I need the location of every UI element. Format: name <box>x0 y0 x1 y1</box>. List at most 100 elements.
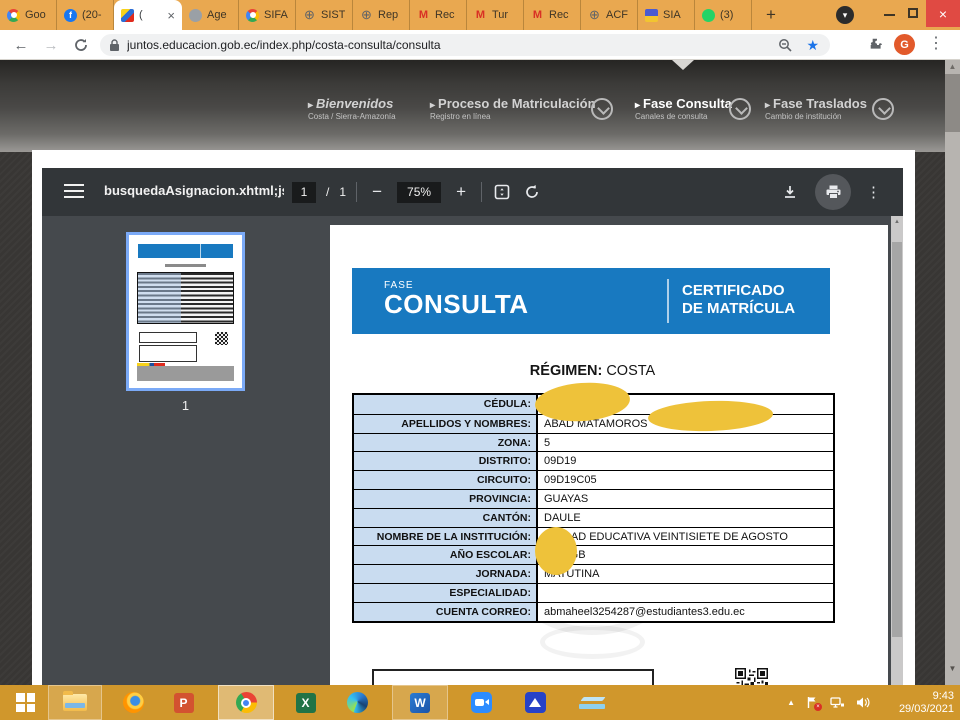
google-favicon <box>7 9 20 22</box>
taskbar-zoom-app[interactable] <box>458 685 505 720</box>
window-minimize-button[interactable] <box>884 14 895 16</box>
profile-avatar[interactable]: G <box>894 34 915 55</box>
table-row: NOMBRE DE LA INSTITUCIÓN:UNIDAD EDUCATIV… <box>354 527 833 546</box>
taskbar-edge[interactable] <box>334 685 381 720</box>
tab-gmail-1[interactable]: MRec <box>410 0 467 30</box>
taskbar-word[interactable]: W <box>392 685 448 720</box>
close-tab-icon[interactable]: × <box>167 8 175 23</box>
taskbar-flatbed-scanner[interactable] <box>568 685 615 720</box>
new-tab-button[interactable]: + <box>758 2 784 28</box>
network-icon[interactable] <box>830 696 845 709</box>
scroll-down-icon[interactable]: ▼ <box>945 664 960 673</box>
system-tray: ▲ × <box>787 685 870 720</box>
lock-icon[interactable] <box>109 39 120 52</box>
scanner-app-icon <box>525 692 546 713</box>
tab-acf[interactable]: ⊕ACF <box>581 0 638 30</box>
nav-item-proceso-matriculacion[interactable]: ▸Proceso de Matriculación Registro en lí… <box>430 96 596 121</box>
banner-divider <box>667 279 669 323</box>
scroll-up-icon[interactable]: ▲ <box>945 62 960 71</box>
zoom-in-button[interactable]: + <box>451 180 471 204</box>
window-restore-button[interactable] <box>908 8 918 18</box>
scrollbar-thumb[interactable] <box>945 74 960 132</box>
chevron-down-icon[interactable] <box>591 98 613 120</box>
window-close-button[interactable]: × <box>926 0 960 27</box>
taskbar-powerpoint[interactable]: P <box>160 685 207 720</box>
taskbar-file-explorer[interactable] <box>48 685 102 720</box>
address-bar[interactable]: juntos.educacion.gob.ec/index.php/costa-… <box>100 34 830 56</box>
field-value: 09D19 <box>538 452 833 470</box>
table-row: CUENTA CORREO:abmaheel3254287@estudiante… <box>354 602 833 621</box>
chevron-down-icon[interactable] <box>729 98 751 120</box>
pdf-filename: busquedaAsignacion.xhtml;jsessi… <box>104 183 284 198</box>
whatsapp-favicon <box>702 9 715 22</box>
tab-google[interactable]: Goo <box>0 0 57 30</box>
page-thumbnail[interactable] <box>126 232 245 391</box>
rotate-button[interactable] <box>522 180 542 204</box>
taskbar-scanner-app[interactable] <box>512 685 559 720</box>
window-scrollbar[interactable]: ▲ ▼ <box>945 60 960 685</box>
tab-sia[interactable]: SIA <box>638 0 695 30</box>
field-value: MATUTINA <box>538 565 833 583</box>
flatbed-scanner-icon <box>579 704 605 709</box>
download-icon[interactable] <box>780 180 800 204</box>
table-row: AÑO ESCOLAR:DE EGB <box>354 545 833 564</box>
page-total: 1 <box>339 185 346 199</box>
extensions-icon[interactable] <box>868 36 884 52</box>
thumb-banner <box>138 244 233 258</box>
nav-item-fase-traslados[interactable]: ▸Fase Traslados Cambio de institución <box>765 96 867 121</box>
browser-menu-icon[interactable]: ⋮ <box>928 33 944 53</box>
tab-rep[interactable]: ⊕Rep <box>353 0 410 30</box>
regimen-value: COSTA <box>606 363 655 379</box>
tab-age[interactable]: Age <box>182 0 239 30</box>
pdf-scrollbar[interactable]: ▲ <box>891 216 903 685</box>
taskbar-excel[interactable]: X <box>282 685 329 720</box>
pdf-viewer: busquedaAsignacion.xhtml;jsessi… 1 / 1 −… <box>42 168 903 685</box>
field-label: CIRCUITO: <box>354 471 538 489</box>
action-center-flag-icon[interactable]: × <box>806 696 819 709</box>
url-text[interactable]: juntos.educacion.gob.ec/index.php/costa-… <box>127 38 778 52</box>
tab-active-juntos[interactable]: (× <box>114 0 182 30</box>
clock-date: 29/03/2021 <box>874 703 954 716</box>
page-number-input[interactable]: 1 <box>292 182 316 203</box>
tab-sifa[interactable]: SIFA <box>239 0 296 30</box>
zoom-out-button[interactable]: − <box>367 180 387 204</box>
field-label: ESPECIALIDAD: <box>354 584 538 602</box>
tab-gmail-2[interactable]: MTur <box>467 0 524 30</box>
field-value <box>538 584 833 602</box>
volume-icon[interactable] <box>856 696 870 709</box>
fit-page-button[interactable] <box>492 180 512 204</box>
browser-toolbar: ← → juntos.educacion.gob.ec/index.php/co… <box>0 30 960 60</box>
scrollbar-thumb[interactable] <box>892 242 902 637</box>
forward-button[interactable]: → <box>40 34 62 56</box>
zoom-level-icon[interactable] <box>778 38 792 52</box>
tab-facebook[interactable]: f(20- <box>57 0 114 30</box>
gmail-favicon: M <box>531 9 544 22</box>
scroll-up-icon[interactable]: ▲ <box>891 219 903 225</box>
tray-expand-icon[interactable]: ▲ <box>787 698 795 707</box>
chevron-down-icon[interactable] <box>872 98 894 120</box>
menu-icon[interactable] <box>64 184 84 200</box>
nav-item-bienvenidos[interactable]: ▸Bienvenidos Costa / Sierra-Amazonía <box>308 96 396 121</box>
tab-whatsapp[interactable]: (3) <box>695 0 752 30</box>
tab-search-button[interactable]: ▾ <box>836 6 854 24</box>
start-button[interactable] <box>2 685 49 720</box>
bookmark-star-icon[interactable]: ★ <box>806 37 819 54</box>
edge-icon <box>347 692 368 713</box>
field-label: JORNADA: <box>354 565 538 583</box>
tab-sist[interactable]: ⊕SIST <box>296 0 353 30</box>
taskbar-clock[interactable]: 9:43 29/03/2021 <box>874 690 954 716</box>
reload-button[interactable] <box>70 34 92 56</box>
back-button[interactable]: ← <box>10 34 32 56</box>
taskbar-firefox[interactable] <box>110 685 157 720</box>
tab-gmail-3[interactable]: MRec <box>524 0 581 30</box>
taskbar-chrome[interactable] <box>218 685 274 720</box>
pdf-more-options-icon[interactable]: ⋮ <box>866 183 881 201</box>
field-label: PROVINCIA: <box>354 490 538 508</box>
table-row: ZONA:5 <box>354 433 833 452</box>
field-label: CÉDULA: <box>354 395 538 414</box>
page-separator: / <box>326 185 329 199</box>
powerpoint-icon: P <box>174 693 194 713</box>
certificate-table: CÉDULA:0 APELLIDOS Y NOMBRES:ABAD MATAMO… <box>352 393 835 623</box>
nav-item-fase-consulta[interactable]: ▸Fase Consulta Canales de consulta <box>635 96 732 121</box>
print-button[interactable] <box>815 174 851 210</box>
